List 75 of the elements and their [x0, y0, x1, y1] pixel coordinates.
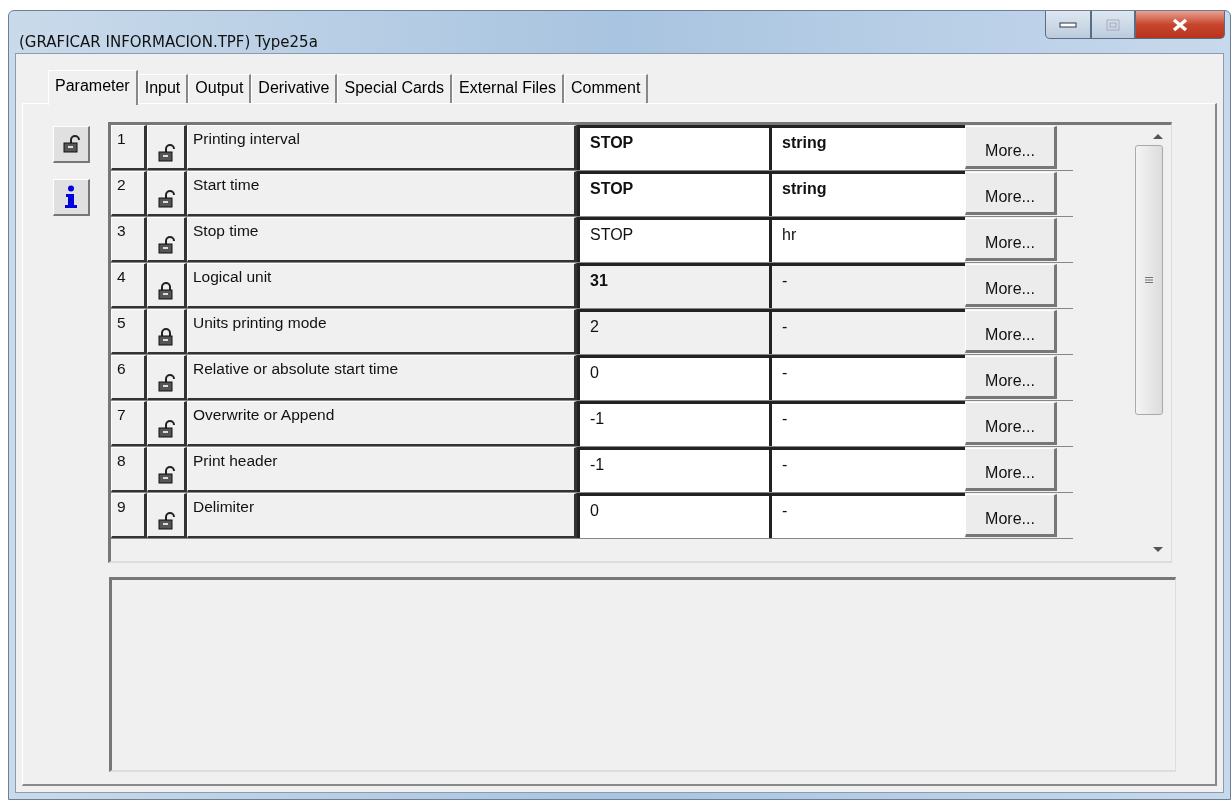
- padlock-open-icon: [157, 466, 175, 484]
- padlock-open-icon: [157, 144, 175, 162]
- unit-field[interactable]: -: [769, 263, 965, 308]
- unit-field[interactable]: -: [769, 401, 965, 446]
- parameter-name: Overwrite or Append: [187, 401, 577, 446]
- info-icon: [64, 185, 78, 209]
- maximize-button[interactable]: [1091, 11, 1135, 39]
- parameter-name: Printing interval: [187, 125, 577, 170]
- more-button[interactable]: More...: [965, 494, 1057, 537]
- unit-field[interactable]: string: [769, 125, 965, 170]
- padlock-open-icon: [157, 420, 175, 438]
- padlock-open-icon: [62, 135, 80, 153]
- unit-field[interactable]: -: [769, 447, 965, 492]
- unit-field[interactable]: -: [769, 355, 965, 400]
- more-button[interactable]: More...: [965, 264, 1057, 307]
- minimize-button[interactable]: [1045, 11, 1091, 39]
- more-button[interactable]: More...: [965, 402, 1057, 445]
- row-number: 1: [111, 125, 147, 170]
- value-field[interactable]: -1: [577, 447, 769, 492]
- row-number: 8: [111, 447, 147, 492]
- tab[interactable]: Parameter: [48, 70, 138, 105]
- tab[interactable]: Comment: [564, 74, 649, 103]
- row-number: 2: [111, 171, 147, 216]
- value-field[interactable]: 31: [577, 263, 769, 308]
- tab[interactable]: Input: [137, 74, 189, 103]
- row-number: 4: [111, 263, 147, 308]
- padlock-open-icon: [157, 190, 175, 208]
- window-title: (GRAFICAR INFORMACION.TPF) Type25a: [19, 33, 318, 51]
- more-button[interactable]: More...: [965, 448, 1057, 491]
- more-button[interactable]: More...: [965, 310, 1057, 353]
- row-number: 3: [111, 217, 147, 262]
- more-button[interactable]: More...: [965, 172, 1057, 215]
- unlock-button[interactable]: [53, 126, 90, 163]
- more-button[interactable]: More...: [965, 218, 1057, 261]
- parameter-name: Units printing mode: [187, 309, 577, 354]
- tab[interactable]: External Files: [452, 74, 564, 103]
- tab[interactable]: Output: [188, 74, 252, 103]
- parameter-name: Delimiter: [187, 493, 577, 538]
- close-icon: [1171, 17, 1189, 32]
- minimize-icon: [1059, 21, 1077, 28]
- unit-field[interactable]: string: [769, 171, 965, 216]
- unit-field[interactable]: -: [769, 309, 965, 354]
- parameter-name: Start time: [187, 171, 577, 216]
- padlock-open-icon: [157, 512, 175, 530]
- parameter-name: Stop time: [187, 217, 577, 262]
- parameter-name: Logical unit: [187, 263, 577, 308]
- unit-field[interactable]: -: [769, 493, 965, 538]
- grip-icon: [1145, 276, 1153, 284]
- parameter-name: Print header: [187, 447, 577, 492]
- scroll-down-arrow-icon[interactable]: [1153, 547, 1163, 553]
- value-field[interactable]: STOP: [577, 125, 769, 170]
- row-number: 6: [111, 355, 147, 400]
- parameter-name: Relative or absolute start time: [187, 355, 577, 400]
- value-field[interactable]: STOP: [577, 217, 769, 262]
- value-field[interactable]: STOP: [577, 171, 769, 216]
- more-button[interactable]: More...: [965, 126, 1057, 169]
- close-button[interactable]: [1135, 11, 1225, 39]
- unit-field[interactable]: hr: [769, 217, 965, 262]
- info-button[interactable]: [53, 179, 90, 216]
- maximize-icon: [1106, 18, 1120, 31]
- padlock-open-icon: [157, 374, 175, 392]
- more-button[interactable]: More...: [965, 356, 1057, 399]
- padlock-closed-icon: [157, 282, 175, 300]
- tab[interactable]: Derivative: [251, 74, 338, 103]
- scroll-up-arrow-icon[interactable]: [1153, 133, 1163, 139]
- row-number: 9: [111, 493, 147, 538]
- value-field[interactable]: 2: [577, 309, 769, 354]
- row-number: 5: [111, 309, 147, 354]
- value-field[interactable]: 0: [577, 493, 769, 538]
- tab[interactable]: Special Cards: [337, 74, 453, 103]
- value-field[interactable]: -1: [577, 401, 769, 446]
- padlock-closed-icon: [157, 328, 175, 346]
- padlock-open-icon: [157, 236, 175, 254]
- row-number: 7: [111, 401, 147, 446]
- value-field[interactable]: 0: [577, 355, 769, 400]
